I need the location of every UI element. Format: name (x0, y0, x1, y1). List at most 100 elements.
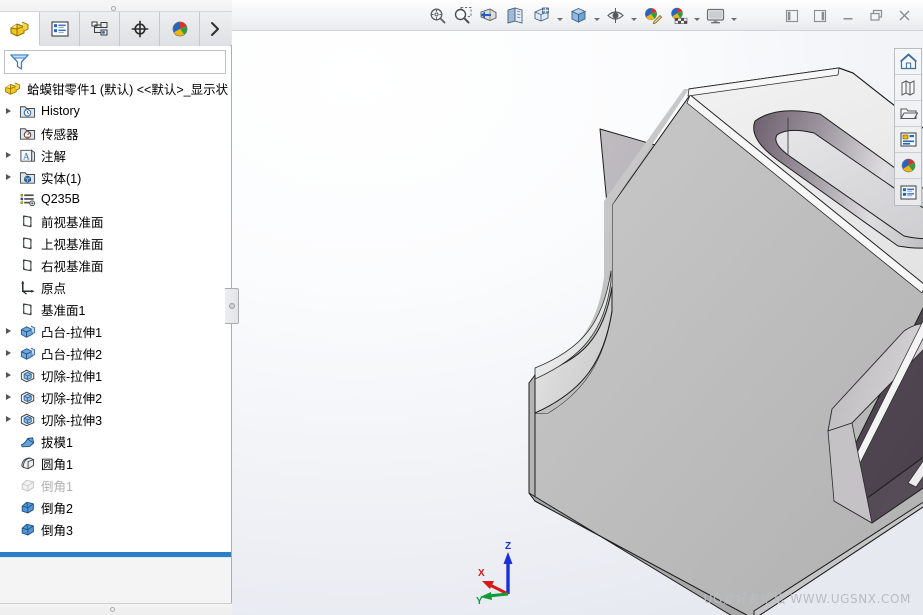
part-title-row[interactable]: 蛤蟆钳零件1 (默认) <<默认>_显示状 (4, 78, 232, 98)
tree-row-label: 传感器 (41, 127, 79, 142)
graphics-area[interactable]: Z X Y UG爱好者论坛 WWW.UGSNX.COM (232, 31, 923, 615)
color-wheel-icon (901, 158, 915, 173)
tree-row[interactable]: History (0, 100, 231, 122)
view-setting-display-button[interactable] (702, 2, 728, 30)
tree-row-label: 倒角1 (41, 479, 73, 494)
tree-row-icon (16, 320, 38, 342)
tree-row[interactable]: 传感器 (0, 122, 231, 144)
view-file-explorer-button[interactable] (895, 101, 921, 127)
panel-drag-strip[interactable] (0, 0, 232, 12)
clamp-part-3d-model[interactable] (232, 31, 923, 615)
tree-row[interactable]: 切除-拉伸3 (0, 408, 231, 430)
tree-row[interactable]: 倒角3 (0, 518, 231, 540)
tree-row[interactable]: 原点 (0, 276, 231, 298)
view-design-library-button[interactable] (895, 127, 921, 153)
expand-arrow-icon[interactable] (0, 100, 16, 122)
close-icon (899, 10, 909, 21)
expand-arrow-icon[interactable] (0, 166, 16, 188)
tree-row[interactable]: A 注解 (0, 144, 231, 166)
tree-row-icon (16, 474, 38, 496)
tree-row[interactable]: 凸台-拉伸2 (0, 342, 231, 364)
color-wheel-icon (172, 21, 187, 37)
tree-row-label: 右视基准面 (41, 259, 104, 274)
hide-show-items-caret[interactable] (628, 2, 639, 30)
tree-row[interactable]: 前视基准面 (0, 210, 231, 232)
edit-appearance-button[interactable] (639, 2, 665, 30)
design-library-icon (899, 132, 917, 147)
view-home-button[interactable] (895, 49, 921, 75)
sensor-folder-icon (19, 127, 35, 140)
tab-configuration-manager[interactable] (80, 12, 120, 46)
expand-arrow-icon[interactable] (0, 144, 16, 166)
expand-arrow-icon[interactable] (0, 320, 16, 342)
tree-row-icon (16, 298, 38, 320)
tree-row-icon (16, 166, 38, 188)
view-setting-display-caret[interactable] (728, 2, 739, 30)
tree-row-label: Q235B (41, 192, 80, 206)
tree-row-label: 切除-拉伸3 (41, 413, 103, 428)
tree-row-spacer (0, 496, 16, 518)
tree-row[interactable]: 切除-拉伸2 (0, 386, 231, 408)
view-settings-caret[interactable] (591, 2, 602, 30)
zoom-to-area-button[interactable] (450, 2, 476, 30)
apply-scene-caret[interactable] (691, 2, 702, 30)
zoom-to-fit-button[interactable] (424, 2, 450, 30)
tree-row-label: 圆角1 (41, 457, 73, 472)
feature-tree[interactable]: History 传感器 A 注解 实体(1) Q235B 前视基准面 上视基准面右视基准面原点… (0, 100, 231, 550)
restore-right-pane-button[interactable] (807, 3, 833, 29)
tree-row[interactable]: 基准面1 (0, 298, 231, 320)
plane-icon (22, 214, 32, 227)
tree-row-label: 倒角3 (41, 523, 73, 538)
tab-property-manager[interactable] (40, 12, 80, 46)
tree-row-spacer (0, 276, 16, 298)
tree-row-icon (16, 232, 38, 254)
view-custom-properties-button[interactable] (895, 179, 921, 205)
view-heads-up-toolbar (894, 48, 922, 206)
tree-row[interactable]: 上视基准面 (0, 232, 231, 254)
display-style-caret[interactable] (554, 2, 565, 30)
apply-scene-button[interactable] (665, 2, 691, 30)
tab-display-manager[interactable] (160, 12, 200, 46)
panel-drag-dot[interactable] (111, 6, 116, 11)
panel-splitter[interactable] (225, 288, 239, 324)
expand-arrow-icon[interactable] (0, 342, 16, 364)
hide-show-items-button[interactable] (602, 2, 628, 30)
tree-row[interactable]: 倒角2 (0, 496, 231, 518)
display-style-button[interactable] (528, 2, 554, 30)
close-button[interactable] (891, 3, 917, 29)
view-orientation-button[interactable] (502, 2, 528, 30)
tree-row[interactable]: 倒角1 (0, 474, 231, 496)
view-library-button[interactable] (895, 75, 921, 101)
section-view-button[interactable] (476, 2, 502, 30)
tab-dimxpert-manager[interactable] (120, 12, 160, 46)
tree-row[interactable]: 拔模1 (0, 430, 231, 452)
chevron-right-icon (211, 22, 219, 36)
tree-row[interactable]: 实体(1) (0, 166, 231, 188)
tree-row[interactable]: 凸台-拉伸1 (0, 320, 231, 342)
tree-row-label: 凸台-拉伸2 (41, 347, 103, 362)
expand-arrow-icon[interactable] (0, 386, 16, 408)
bottom-drag-dot[interactable] (110, 607, 115, 612)
filter-input[interactable] (4, 50, 226, 74)
annotations-folder-icon: A (19, 148, 35, 162)
tree-row[interactable]: 右视基准面 (0, 254, 231, 276)
feature-manager-panel: 蛤蟆钳零件1 (默认) <<默认>_显示状 History 传感器 A 注解 实体(1)… (0, 12, 232, 615)
bottom-drag-strip[interactable] (0, 603, 232, 615)
tree-row-spacer (0, 518, 16, 540)
view-appearances-button[interactable] (895, 153, 921, 179)
minimize-button[interactable] (835, 3, 861, 29)
zoom-to-fit-icon (430, 8, 445, 24)
minimize-icon (843, 17, 853, 19)
monitor-icon (706, 8, 724, 24)
restore-button[interactable] (863, 3, 889, 29)
material-icon (20, 193, 35, 206)
tree-row[interactable]: 切除-拉伸1 (0, 364, 231, 386)
view-settings-button[interactable] (565, 2, 591, 30)
tree-row[interactable]: 圆角1 (0, 452, 231, 474)
expand-arrow-icon[interactable] (0, 364, 16, 386)
expand-arrow-icon[interactable] (0, 408, 16, 430)
restore-left-pane-button[interactable] (779, 3, 805, 29)
tab-feature-manager[interactable] (0, 12, 40, 46)
tree-row[interactable]: Q235B (0, 188, 231, 210)
tab-more[interactable] (200, 12, 230, 46)
